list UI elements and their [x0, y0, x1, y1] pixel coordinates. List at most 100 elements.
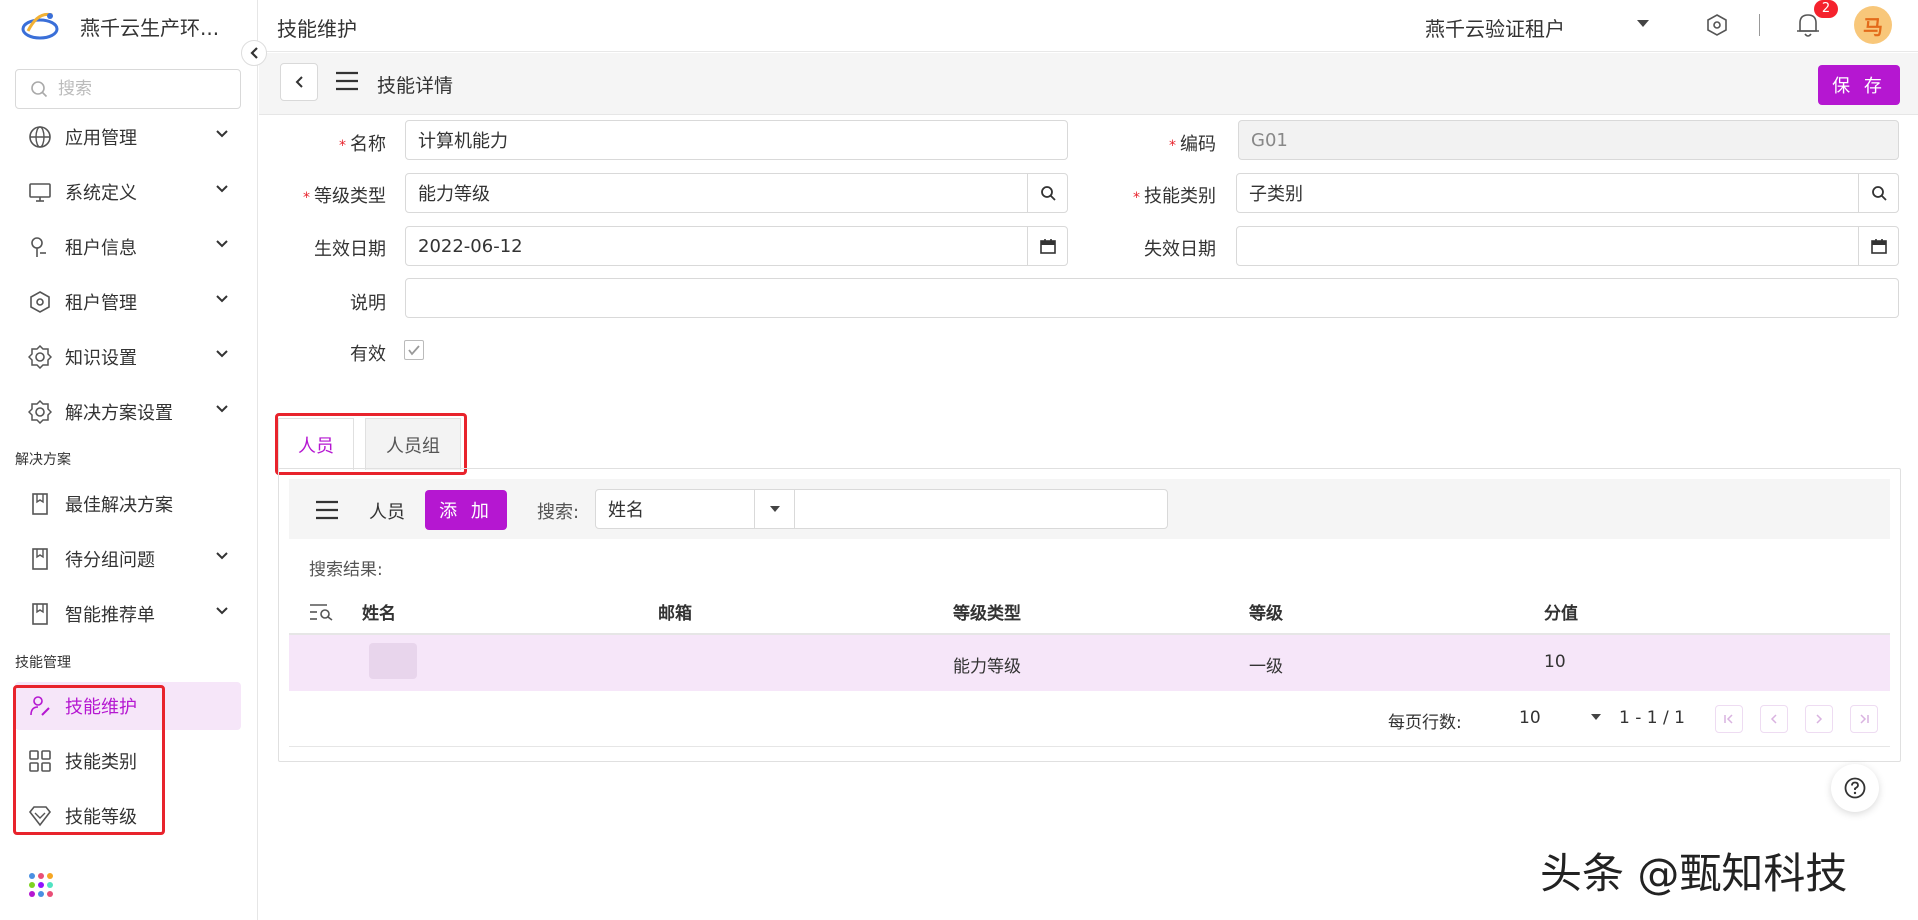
name-label: * 名称 [339, 134, 386, 155]
brand-title: 燕千云生产环... [80, 16, 220, 40]
sidebar-item-label: 待分组问题 [65, 550, 155, 571]
last-page-button[interactable] [1850, 705, 1878, 733]
chevron-down-icon [216, 350, 228, 358]
column-header-name[interactable]: 姓名 [362, 599, 396, 624]
notification-badge: 2 [1814, 0, 1838, 18]
column-header-score[interactable]: 分值 [1544, 599, 1578, 624]
expiry-date-field[interactable] [1236, 226, 1899, 266]
column-header-email[interactable]: 邮箱 [658, 599, 692, 624]
skill-category-lookup-button[interactable] [1858, 174, 1898, 212]
bookmark-icon [27, 491, 53, 517]
sidebar-item-label: 租户管理 [65, 293, 137, 314]
level-type-lookup-button[interactable] [1027, 174, 1067, 212]
required-marker: * [1133, 190, 1140, 206]
last-page-icon [1860, 714, 1869, 724]
caret-down-icon[interactable] [1591, 714, 1601, 720]
sidebar-item-label: 智能推荐单 [65, 605, 155, 626]
effective-date-picker-button[interactable] [1027, 227, 1067, 265]
first-page-button[interactable] [1715, 705, 1743, 733]
sidebar-collapse-button[interactable] [241, 40, 267, 66]
sidebar-item-tenant-management[interactable]: 租户管理 [15, 279, 241, 325]
first-page-icon [1724, 714, 1733, 724]
chevron-right-icon [1816, 714, 1823, 724]
sidebar-item-tenant-info[interactable]: 租户信息 [15, 224, 241, 270]
chevron-down-icon [216, 405, 228, 413]
check-icon [408, 345, 420, 356]
help-icon [1844, 777, 1866, 799]
sidebar-item-system-definition[interactable]: 系统定义 [15, 169, 241, 215]
add-member-button[interactable]: 添 加 [425, 490, 507, 530]
menu-icon[interactable] [335, 71, 359, 91]
search-value-input[interactable] [794, 489, 1168, 529]
sidebar-item-best-solutions[interactable]: 最佳解决方案 [15, 481, 241, 527]
code-value: G01 [1251, 129, 1288, 151]
column-header-level-type[interactable]: 等级类型 [953, 599, 1021, 624]
chevron-down-icon [216, 295, 228, 303]
sidebar: 燕千云生产环... 应用管理 系统定义 租户信息 租户管理 知识设置 解决方案设… [0, 0, 258, 920]
sidebar-item-label: 解决方案设置 [65, 403, 173, 424]
sidebar-item-knowledge-settings[interactable]: 知识设置 [15, 334, 241, 380]
chevron-left-icon [1770, 714, 1777, 724]
expiry-date-picker-button[interactable] [1858, 227, 1898, 265]
caret-down-icon[interactable] [754, 490, 794, 528]
rows-per-page-select[interactable]: 10 [1519, 708, 1541, 728]
avatar[interactable]: 马 [1854, 6, 1892, 44]
calendar-icon [1870, 239, 1887, 254]
help-button[interactable] [1831, 764, 1879, 812]
members-toolbar-label: 人员 [369, 502, 405, 523]
gear-icon [27, 344, 53, 370]
bookmark-icon [27, 546, 53, 572]
search-icon [1040, 186, 1056, 201]
name-value: 计算机能力 [418, 131, 508, 152]
effective-date-label: 生效日期 [314, 239, 386, 260]
topbar-divider [1759, 14, 1760, 36]
back-button[interactable] [280, 63, 318, 101]
column-header-level[interactable]: 等级 [1249, 599, 1283, 624]
skill-category-field[interactable]: 子类别 [1236, 173, 1899, 213]
search-label: 搜索: [537, 502, 580, 523]
valid-checkbox[interactable] [404, 340, 424, 360]
brand[interactable]: 燕千云生产环... [0, 0, 258, 50]
table-row[interactable]: 能力等级 一级 10 [289, 635, 1890, 691]
description-field[interactable] [405, 278, 1899, 318]
search-results-label: 搜索结果: [309, 560, 383, 580]
name-field[interactable]: 计算机能力 [405, 120, 1068, 160]
bookmark-icon [27, 601, 53, 627]
chevron-down-icon [216, 240, 228, 248]
code-field: G01 [1238, 120, 1899, 160]
caret-down-icon[interactable] [1637, 20, 1649, 28]
sidebar-item-solution-settings[interactable]: 解决方案设置 [15, 389, 241, 435]
detail-title: 技能详情 [377, 75, 454, 97]
table-header: 姓名 邮箱 等级类型 等级 分值 [289, 587, 1890, 635]
cell-level-type: 能力等级 [953, 657, 1021, 677]
sidebar-search-input[interactable] [58, 79, 228, 99]
search-field-select[interactable]: 姓名 [595, 489, 795, 529]
sidebar-item-smart-recommendation[interactable]: 智能推荐单 [15, 591, 241, 637]
save-button[interactable]: 保 存 [1818, 65, 1900, 105]
cell-level: 一级 [1249, 657, 1283, 677]
section-label-solutions: 解决方案 [15, 452, 71, 468]
chevron-down-icon [216, 185, 228, 193]
next-page-button[interactable] [1805, 705, 1833, 733]
level-type-field[interactable]: 能力等级 [405, 173, 1068, 213]
sidebar-search[interactable] [15, 69, 241, 109]
prev-page-button[interactable] [1760, 705, 1788, 733]
highlight-box-tabs [275, 413, 467, 475]
rows-per-page-label: 每页行数: [1388, 713, 1462, 733]
sidebar-item-app-management[interactable]: 应用管理 [15, 114, 241, 160]
chevron-down-icon [216, 607, 228, 615]
tenant-selector[interactable]: 燕千云验证租户 [1425, 13, 1565, 42]
topbar: 技能维护 燕千云验证租户 2 马 [259, 0, 1918, 52]
gear-icon [27, 399, 53, 425]
chevron-down-icon [216, 130, 228, 138]
expiry-date-label: 失效日期 [1144, 239, 1216, 260]
menu-icon[interactable] [315, 500, 339, 520]
column-filter-icon[interactable] [309, 603, 335, 621]
sidebar-item-label: 租户信息 [65, 238, 137, 259]
sidebar-item-ungrouped-issues[interactable]: 待分组问题 [15, 536, 241, 582]
required-marker: * [1169, 138, 1176, 154]
effective-date-field[interactable]: 2022-06-12 [405, 226, 1068, 266]
settings-icon[interactable] [1705, 13, 1729, 37]
apps-grid-icon[interactable] [28, 872, 54, 898]
pin-icon [27, 234, 53, 260]
